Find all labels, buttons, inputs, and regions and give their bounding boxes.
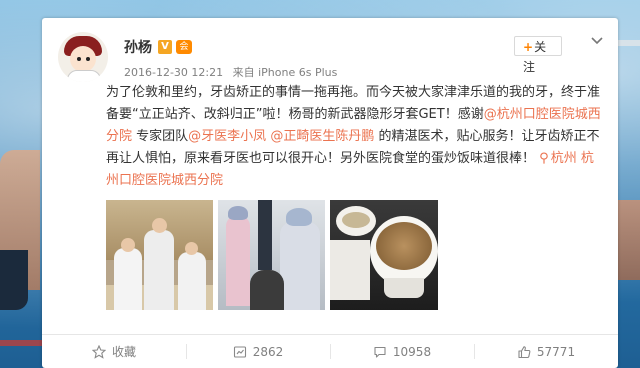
location-pin-icon: ⚲ bbox=[539, 151, 549, 166]
background-swimmer-right bbox=[616, 200, 640, 280]
favorite-button[interactable]: 收藏 bbox=[42, 335, 186, 368]
photo-dentist-cap bbox=[228, 206, 248, 220]
follow-button[interactable]: +关注 bbox=[514, 36, 562, 74]
like-count: 57771 bbox=[536, 344, 576, 359]
like-button[interactable]: 57771 bbox=[474, 335, 618, 368]
photo-person bbox=[144, 230, 174, 310]
photo-small-bowl-food bbox=[342, 212, 370, 228]
repost-button[interactable]: 2862 bbox=[186, 335, 330, 368]
avatar-eye bbox=[77, 57, 81, 61]
post-photo-dental-exam[interactable] bbox=[218, 200, 325, 310]
post-action-bar: 收藏 2862 10958 57771 bbox=[42, 335, 618, 368]
photo-head bbox=[185, 242, 198, 255]
avatar-face bbox=[70, 46, 96, 72]
photo-patient bbox=[250, 270, 284, 310]
photo-dental-lamp bbox=[258, 200, 272, 270]
thumbs-up-icon bbox=[518, 345, 531, 358]
weibo-post-card: 孙杨 V 会 +关注 2016-12-30 12:21 来自 iPhone 6s… bbox=[42, 18, 618, 368]
post-timestamp[interactable]: 2016-12-30 12:21 bbox=[124, 66, 223, 79]
chevron-down-icon[interactable] bbox=[589, 32, 605, 48]
favorite-label: 收藏 bbox=[111, 345, 136, 359]
plus-icon: + bbox=[523, 40, 534, 54]
photo-head bbox=[152, 218, 167, 233]
photo-nurse-cap bbox=[286, 208, 312, 226]
author-name[interactable]: 孙杨 bbox=[124, 37, 152, 57]
background-swimmer-trunks bbox=[0, 250, 28, 310]
post-text-part: 专家团队 bbox=[132, 129, 189, 144]
star-icon bbox=[91, 344, 106, 359]
mention-link-orthodontist[interactable]: @正畸医生陈丹鹏 bbox=[270, 129, 374, 144]
photo-nurse bbox=[280, 222, 320, 310]
repost-count: 2862 bbox=[252, 344, 284, 359]
photo-person bbox=[114, 248, 142, 310]
author-avatar[interactable] bbox=[58, 32, 108, 82]
avatar-eye bbox=[86, 57, 90, 61]
mention-link-doctor[interactable]: @牙医李小凤 bbox=[188, 129, 266, 144]
photo-dentist bbox=[226, 216, 250, 306]
post-text: 为了伦敦和里约，牙齿矫正的事情一拖再拖。而今天被大家津津乐道的我的牙，终于准备要… bbox=[106, 82, 604, 192]
comment-icon bbox=[374, 346, 386, 358]
photo-person bbox=[178, 252, 206, 310]
comment-count: 10958 bbox=[392, 344, 432, 359]
verified-badge-icon[interactable]: V bbox=[158, 40, 172, 54]
post-photo-group-portrait[interactable] bbox=[106, 200, 213, 310]
photo-bowl-base bbox=[384, 278, 424, 298]
post-photo-fried-rice[interactable] bbox=[330, 200, 438, 310]
repost-icon bbox=[233, 345, 246, 358]
photo-head bbox=[121, 238, 135, 252]
photo-tray bbox=[330, 240, 370, 300]
author-row: 孙杨 V 会 bbox=[124, 38, 192, 56]
post-source: 来自 iPhone 6s Plus bbox=[232, 66, 338, 79]
member-badge-icon[interactable]: 会 bbox=[176, 40, 192, 54]
avatar-body bbox=[67, 70, 101, 82]
post-meta: 2016-12-30 12:21 来自 iPhone 6s Plus bbox=[124, 64, 343, 80]
comment-button[interactable]: 10958 bbox=[330, 335, 474, 368]
photo-fried-rice bbox=[376, 222, 432, 270]
